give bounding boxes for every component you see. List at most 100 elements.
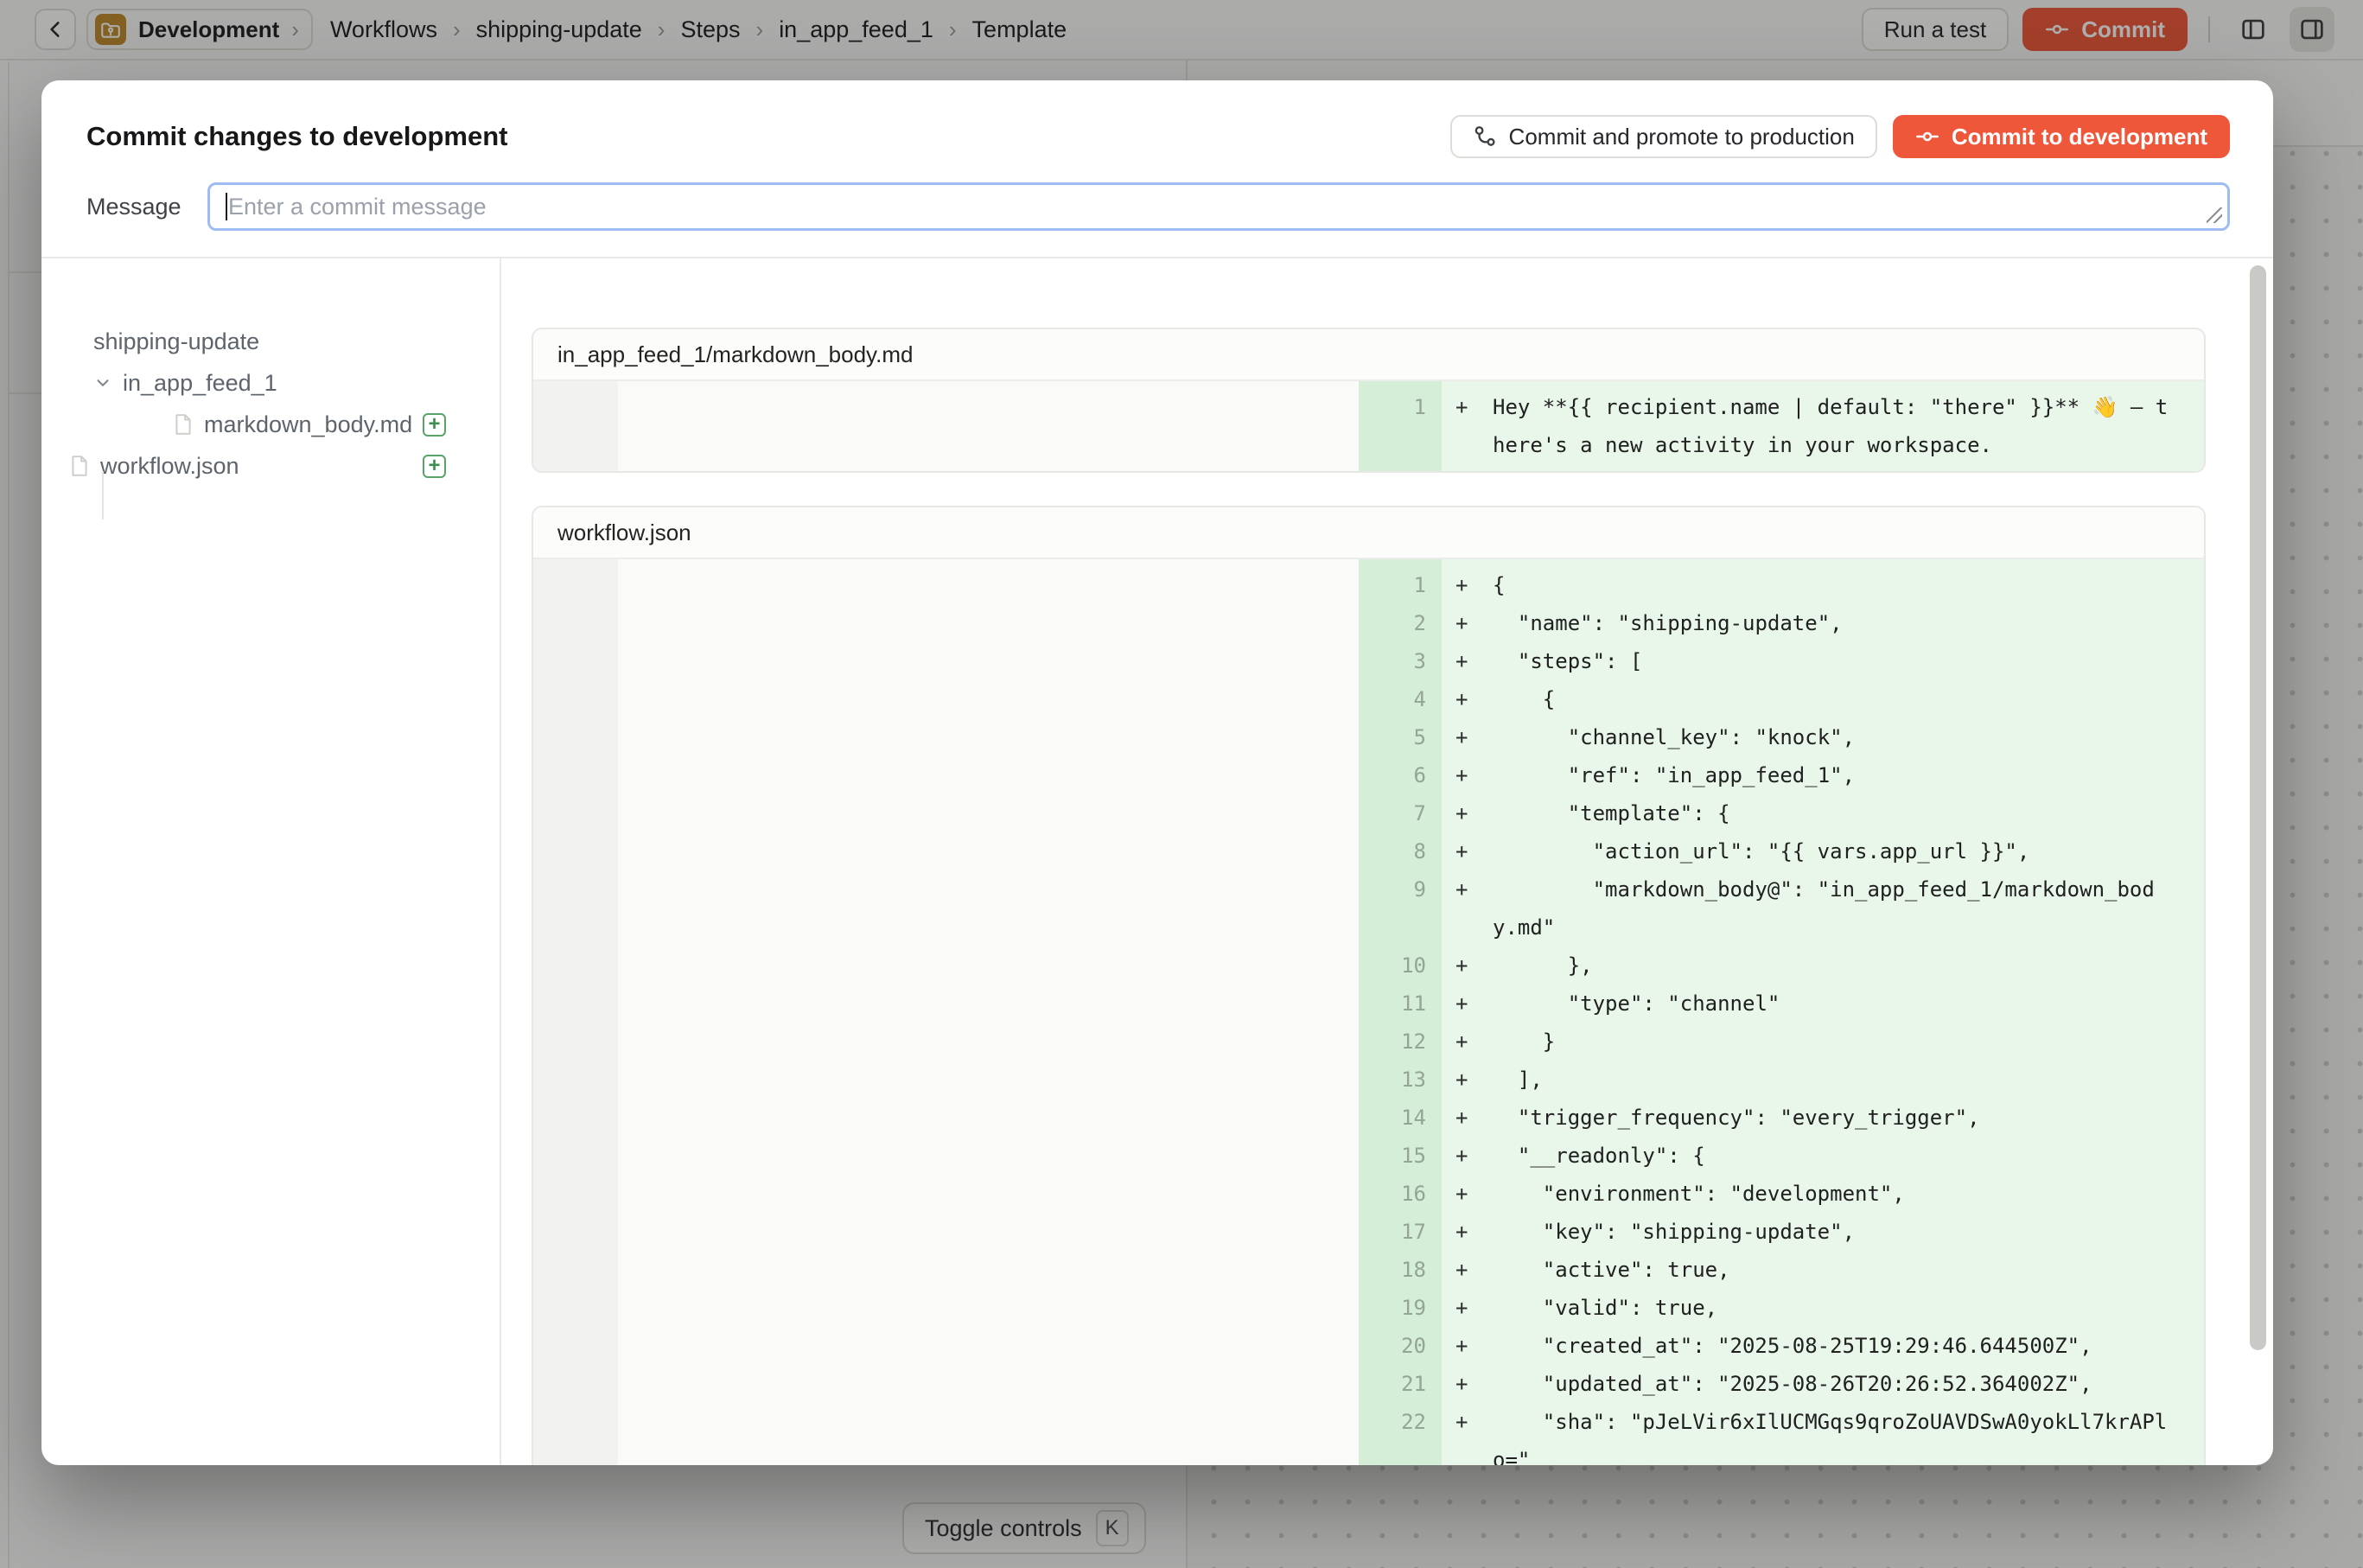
commit-to-development-label: Commit to development xyxy=(1952,124,2207,150)
diff-old-side xyxy=(533,381,1359,471)
diff-line-added: 12+ } xyxy=(1359,1023,2204,1061)
diff-line-added: 6+ "ref": "in_app_feed_1", xyxy=(1359,756,2204,794)
commit-message-input[interactable]: Enter a commit message xyxy=(207,182,2230,231)
line-number: 5 xyxy=(1359,718,1442,756)
tree-root-label: shipping-update xyxy=(93,328,259,355)
diff-plus-sign: + xyxy=(1442,1289,1493,1327)
diff-plus-sign: + xyxy=(1442,985,1493,1023)
diff-plus-sign: + xyxy=(1442,870,1493,947)
commit-icon xyxy=(1915,124,1939,149)
file-added-badge: + xyxy=(423,455,446,478)
code-text: "template": { xyxy=(1493,794,2204,832)
code-text: ], xyxy=(1493,1061,2204,1099)
diff-line-added: 8+ "action_url": "{{ vars.app_url }}", xyxy=(1359,832,2204,870)
line-number: 10 xyxy=(1359,947,1442,985)
diff-plus-sign: + xyxy=(1442,832,1493,870)
line-number: 11 xyxy=(1359,985,1442,1023)
line-number: 9 xyxy=(1359,870,1442,947)
diff-plus-sign: + xyxy=(1442,1365,1493,1403)
changed-files-tree: shipping-update in_app_feed_1 markdown_b… xyxy=(41,258,501,1465)
dialog-title: Commit changes to development xyxy=(86,121,507,152)
diff-filename: workflow.json xyxy=(533,507,2204,559)
tree-folder-in_app_feed_1[interactable]: in_app_feed_1 xyxy=(93,362,500,404)
diff-plus-sign: + xyxy=(1442,388,1493,464)
scrollbar-thumb[interactable] xyxy=(2250,265,2266,1350)
dialog-actions: Commit and promote to production Commit … xyxy=(1450,115,2230,158)
diff-plus-sign: + xyxy=(1442,1213,1493,1251)
commit-dialog-header: Commit changes to development Commit and… xyxy=(41,80,2273,257)
diff-plus-sign: + xyxy=(1442,1175,1493,1213)
diff-plus-sign: + xyxy=(1442,947,1493,985)
tree-folder-label: in_app_feed_1 xyxy=(123,370,277,397)
tree-file-workflow_json[interactable]: workflow.json + xyxy=(93,445,500,487)
diff-card-workflow.json: workflow.json1+{2+ "name": "shipping-upd… xyxy=(532,506,2206,1465)
diff-plus-sign: + xyxy=(1442,756,1493,794)
code-text: "__readonly": { xyxy=(1493,1137,2204,1175)
diff-filename: in_app_feed_1/markdown_body.md xyxy=(533,329,2204,381)
line-number: 20 xyxy=(1359,1327,1442,1365)
code-text: "type": "channel" xyxy=(1493,985,2204,1023)
commit-dialog-body: shipping-update in_app_feed_1 markdown_b… xyxy=(41,258,2273,1465)
code-text: "name": "shipping-update", xyxy=(1493,604,2204,642)
resize-handle[interactable] xyxy=(2207,207,2222,223)
line-number: 3 xyxy=(1359,642,1442,680)
tree-file-markdown_body[interactable]: markdown_body.md + xyxy=(93,404,500,445)
diff-line-added: 21+ "updated_at": "2025-08-26T20:26:52.3… xyxy=(1359,1365,2204,1403)
diff-body: 1+Hey **{{ recipient.name | default: "th… xyxy=(533,381,2204,471)
diff-panels: in_app_feed_1/markdown_body.md1+Hey **{{… xyxy=(501,258,2273,1465)
diff-plus-sign: + xyxy=(1442,604,1493,642)
code-text: "environment": "development", xyxy=(1493,1175,2204,1213)
diff-plus-sign: + xyxy=(1442,1023,1493,1061)
code-text: }, xyxy=(1493,947,2204,985)
tree-file-label: markdown_body.md xyxy=(204,411,412,438)
line-number: 4 xyxy=(1359,680,1442,718)
code-text: "sha": "pJeLVir6xIlUCMGqs9qroZoUAVDSwA0y… xyxy=(1493,1403,2204,1465)
line-number: 22 xyxy=(1359,1403,1442,1465)
diff-line-added: 14+ "trigger_frequency": "every_trigger"… xyxy=(1359,1099,2204,1137)
file-icon xyxy=(69,455,90,477)
diff-plus-sign: + xyxy=(1442,1251,1493,1289)
diff-line-added: 15+ "__readonly": { xyxy=(1359,1137,2204,1175)
code-text: { xyxy=(1493,680,2204,718)
line-number: 1 xyxy=(1359,566,1442,604)
code-text: "markdown_body@": "in_app_feed_1/markdow… xyxy=(1493,870,2204,947)
diff-line-added: 13+ ], xyxy=(1359,1061,2204,1099)
line-number: 18 xyxy=(1359,1251,1442,1289)
line-number: 8 xyxy=(1359,832,1442,870)
commit-to-development-button[interactable]: Commit to development xyxy=(1893,115,2230,158)
line-number: 17 xyxy=(1359,1213,1442,1251)
line-number: 6 xyxy=(1359,756,1442,794)
message-label: Message xyxy=(86,194,207,220)
commit-and-promote-button[interactable]: Commit and promote to production xyxy=(1450,115,1877,158)
diff-line-added: 19+ "valid": true, xyxy=(1359,1289,2204,1327)
line-number: 13 xyxy=(1359,1061,1442,1099)
tree-root[interactable]: shipping-update xyxy=(93,321,500,362)
code-text: "trigger_frequency": "every_trigger", xyxy=(1493,1099,2204,1137)
line-number: 21 xyxy=(1359,1365,1442,1403)
file-icon xyxy=(173,413,194,436)
message-placeholder: Enter a commit message xyxy=(228,194,487,220)
diff-line-added: 22+ "sha": "pJeLVir6xIlUCMGqs9qroZoUAVDS… xyxy=(1359,1403,2204,1465)
commit-dialog: Commit changes to development Commit and… xyxy=(41,80,2273,1465)
code-text: "ref": "in_app_feed_1", xyxy=(1493,756,2204,794)
line-number: 1 xyxy=(1359,388,1442,464)
diff-line-added: 5+ "channel_key": "knock", xyxy=(1359,718,2204,756)
promote-icon xyxy=(1473,124,1497,149)
diff-plus-sign: + xyxy=(1442,1327,1493,1365)
code-text: "valid": true, xyxy=(1493,1289,2204,1327)
chevron-down-icon xyxy=(93,373,112,392)
diff-line-added: 1+{ xyxy=(1359,566,2204,604)
diff-plus-sign: + xyxy=(1442,566,1493,604)
screen: Development › Workflows›shipping-update›… xyxy=(0,0,2363,1568)
code-text: "key": "shipping-update", xyxy=(1493,1213,2204,1251)
diff-line-added: 11+ "type": "channel" xyxy=(1359,985,2204,1023)
file-added-badge: + xyxy=(423,413,446,437)
line-number: 12 xyxy=(1359,1023,1442,1061)
line-number: 16 xyxy=(1359,1175,1442,1213)
code-text: "action_url": "{{ vars.app_url }}", xyxy=(1493,832,2204,870)
line-number: 7 xyxy=(1359,794,1442,832)
diff-new-side: 1+Hey **{{ recipient.name | default: "th… xyxy=(1359,381,2204,471)
line-number: 15 xyxy=(1359,1137,1442,1175)
code-text: "updated_at": "2025-08-26T20:26:52.36400… xyxy=(1493,1365,2204,1403)
diff-plus-sign: + xyxy=(1442,1137,1493,1175)
